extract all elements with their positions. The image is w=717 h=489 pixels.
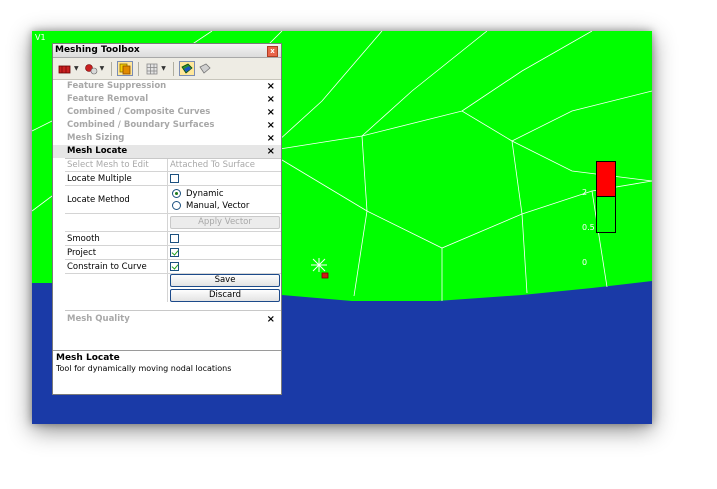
legend-high-swatch xyxy=(596,161,616,197)
grid-spacer xyxy=(65,302,281,311)
locate-method-label: Locate Method xyxy=(65,186,168,213)
toolbox-title-bar[interactable]: Meshing Toolbox x xyxy=(53,44,281,58)
action-row: Save Discard xyxy=(65,274,281,302)
section-label: Mesh Sizing xyxy=(67,133,125,143)
radio-dynamic[interactable]: Dynamic xyxy=(172,188,224,200)
locate-multiple-label: Locate Multiple xyxy=(65,172,168,185)
constrain-checkbox[interactable] xyxy=(170,262,179,271)
project-checkbox[interactable] xyxy=(170,248,179,257)
close-icon[interactable]: x xyxy=(267,46,278,57)
select-mesh-value[interactable]: Attached To Surface xyxy=(168,159,281,171)
toolbar-separator xyxy=(138,61,140,76)
section-mesh-quality[interactable]: Mesh Quality × xyxy=(53,313,281,326)
section-label: Combined / Composite Curves xyxy=(67,107,211,117)
discard-button[interactable]: Discard xyxy=(170,289,280,302)
close-icon[interactable]: × xyxy=(267,145,275,158)
toolbar-separator xyxy=(172,61,174,76)
viewport-label: V1 xyxy=(35,33,46,42)
description-title: Mesh Locate xyxy=(56,353,120,363)
chevron-down-icon[interactable]: ▼ xyxy=(161,65,166,72)
mesh-gray-icon[interactable] xyxy=(197,61,213,76)
section-mesh-locate[interactable]: Mesh Locate × xyxy=(53,145,281,158)
close-icon[interactable]: × xyxy=(267,132,275,145)
description-text: Tool for dynamically moving nodal locati… xyxy=(56,364,232,373)
section-composite-curves[interactable]: Combined / Composite Curves × xyxy=(53,106,281,119)
close-icon[interactable]: × xyxy=(267,119,275,132)
property-row: Apply Vector xyxy=(65,214,281,232)
property-row: Locate Multiple xyxy=(65,172,281,186)
section-label: Feature Suppression xyxy=(67,81,167,91)
smooth-label: Smooth xyxy=(65,232,168,245)
close-icon[interactable]: × xyxy=(267,93,275,106)
section-feature-suppression[interactable]: Feature Suppression × xyxy=(53,80,281,93)
property-row: Smooth xyxy=(65,232,281,246)
tool-description-panel: Mesh Locate Tool for dynamically moving … xyxy=(53,350,281,394)
node-locate-cursor[interactable] xyxy=(311,258,331,282)
save-button[interactable]: Save xyxy=(170,274,280,287)
legend-low-swatch xyxy=(596,197,616,233)
meshing-toolbox[interactable]: Meshing Toolbox x ▼ ▼ ▼ Feature Suppress… xyxy=(52,43,282,395)
mesh-copy-icon[interactable] xyxy=(117,61,134,76)
select-mesh-label: Select Mesh to Edit xyxy=(65,159,168,171)
toolbox-toolbar: ▼ ▼ ▼ xyxy=(53,58,281,80)
crosshair-icon xyxy=(311,258,329,279)
radio-dynamic-button[interactable] xyxy=(172,189,181,198)
property-row: Constrain to Curve xyxy=(65,260,281,274)
chevron-down-icon[interactable]: ▼ xyxy=(100,65,105,72)
section-boundary-surfaces[interactable]: Combined / Boundary Surfaces × xyxy=(53,119,281,132)
locate-multiple-checkbox[interactable] xyxy=(170,174,179,183)
section-label: Combined / Boundary Surfaces xyxy=(67,120,215,130)
property-row: Project xyxy=(65,246,281,260)
close-icon[interactable]: × xyxy=(267,80,275,93)
legend-label-low: 0 xyxy=(582,258,588,267)
mesh-locate-properties: Select Mesh to Edit Attached To Surface … xyxy=(65,158,281,302)
legend-label-high: 2 xyxy=(582,188,588,197)
mesh-split-icon[interactable] xyxy=(83,61,99,76)
section-feature-removal[interactable]: Feature Removal × xyxy=(53,93,281,106)
project-label: Project xyxy=(65,246,168,259)
smooth-checkbox[interactable] xyxy=(170,234,179,243)
property-row: Locate Method Dynamic Manual, Vector xyxy=(65,186,281,214)
section-mesh-sizing[interactable]: Mesh Sizing × xyxy=(53,132,281,145)
chevron-down-icon[interactable]: ▼ xyxy=(74,65,79,72)
apply-vector-button[interactable]: Apply Vector xyxy=(170,216,280,229)
mesh-active-icon[interactable] xyxy=(178,61,195,76)
section-label: Mesh Quality xyxy=(67,314,130,324)
radio-manual-vector-button[interactable] xyxy=(172,201,181,210)
radio-manual-vector-label: Manual, Vector xyxy=(186,200,250,211)
close-icon[interactable]: × xyxy=(267,106,275,119)
property-row: Select Mesh to Edit Attached To Surface xyxy=(65,159,281,172)
section-label: Mesh Locate xyxy=(67,146,128,156)
constrain-label: Constrain to Curve xyxy=(65,260,168,273)
mesh-red-icon[interactable] xyxy=(57,61,73,76)
toolbar-separator xyxy=(111,61,113,76)
radio-manual-vector[interactable]: Manual, Vector xyxy=(172,200,249,212)
radio-dynamic-label: Dynamic xyxy=(186,188,224,199)
legend-label-mid: 0.5 xyxy=(582,223,595,232)
grid-icon[interactable] xyxy=(144,61,160,76)
close-icon[interactable]: × xyxy=(267,313,275,326)
section-label: Feature Removal xyxy=(67,94,149,104)
toolbox-title: Meshing Toolbox xyxy=(55,45,140,55)
color-legend xyxy=(596,161,616,233)
